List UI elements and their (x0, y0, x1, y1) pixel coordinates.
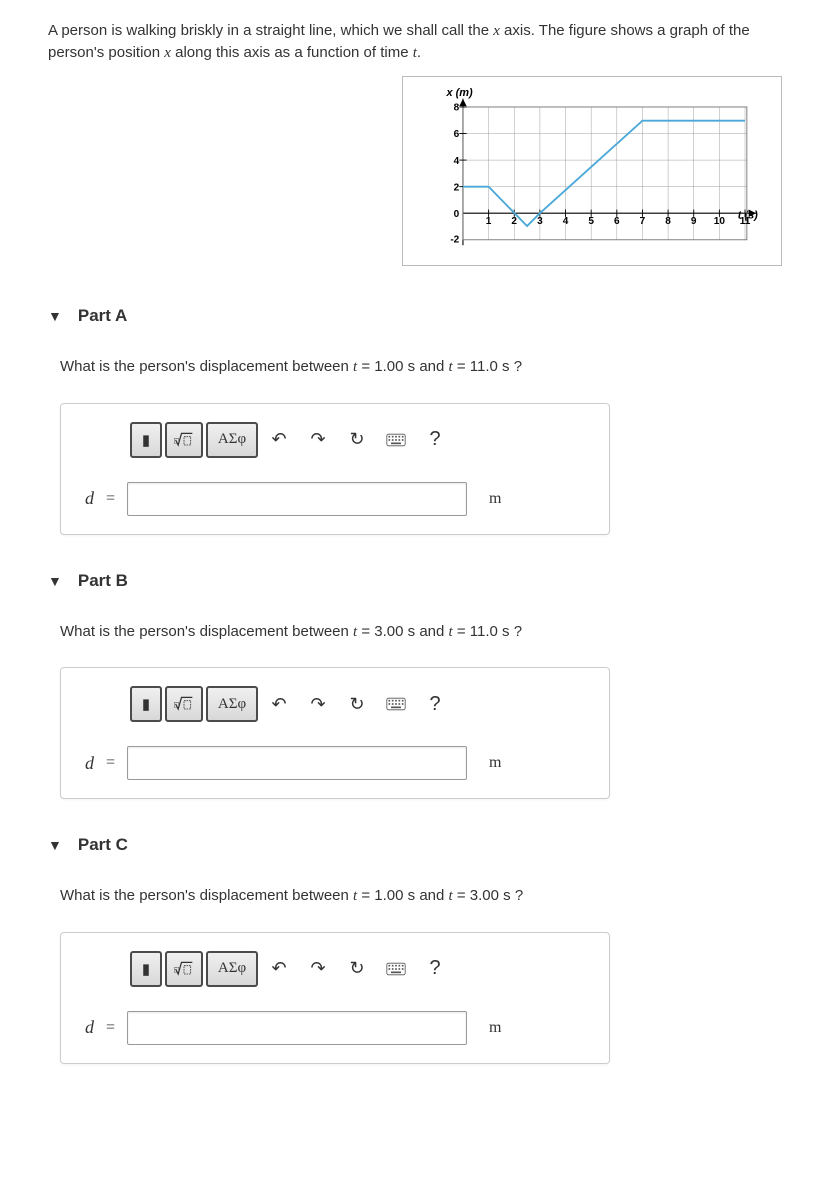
position-line (463, 121, 745, 226)
greek-button[interactable]: ΑΣφ (206, 422, 258, 458)
answer-input[interactable] (127, 482, 467, 516)
answer-var-label: d (85, 488, 94, 509)
keyboard-button[interactable] (378, 951, 414, 987)
equals-sign: = (106, 490, 115, 508)
root-button[interactable]: □ (165, 951, 203, 987)
help-button[interactable]: ? (417, 686, 453, 722)
equals-sign: = (106, 1019, 115, 1037)
part-b-title: Part B (78, 571, 128, 591)
part-a-header[interactable]: ▼ Part A (48, 306, 790, 326)
keyboard-button[interactable] (378, 422, 414, 458)
part-a-question: What is the person's displacement betwee… (60, 356, 790, 379)
svg-text:5: 5 (588, 216, 594, 227)
equation-toolbar: ▮ □ ΑΣφ ↶ ↷ ↻ ? (130, 422, 585, 458)
svg-text:-2: -2 (450, 235, 459, 246)
part-b-answer-box: ▮ □ ΑΣφ ↶ ↷ ↻ ? d = m (60, 667, 610, 799)
greek-button[interactable]: ΑΣφ (206, 686, 258, 722)
unit-label: m (489, 490, 501, 508)
redo-button[interactable]: ↷ (300, 422, 336, 458)
svg-text:2: 2 (511, 216, 517, 227)
svg-text:4: 4 (563, 216, 569, 227)
svg-text:8: 8 (454, 103, 460, 114)
redo-button[interactable]: ↷ (300, 951, 336, 987)
problem-statement: A person is walking briskly in a straigh… (48, 20, 790, 64)
equation-toolbar: ▮ □ ΑΣφ ↶ ↷ ↻ ? (130, 686, 585, 722)
part-b-question: What is the person's displacement betwee… (60, 621, 790, 644)
part-b-header[interactable]: ▼ Part B (48, 571, 790, 591)
greek-button[interactable]: ΑΣφ (206, 951, 258, 987)
position-graph: x (m) t (s) (402, 76, 782, 266)
reset-button[interactable]: ↻ (339, 686, 375, 722)
svg-text:8: 8 (665, 216, 671, 227)
svg-text:0: 0 (454, 209, 460, 220)
svg-text:7: 7 (640, 216, 646, 227)
template-button[interactable]: ▮ (130, 422, 162, 458)
part-c-answer-box: ▮ □ ΑΣφ ↶ ↷ ↻ ? d = m (60, 932, 610, 1064)
undo-button[interactable]: ↶ (261, 686, 297, 722)
svg-text:11: 11 (740, 216, 751, 227)
root-button[interactable]: □ (165, 422, 203, 458)
root-button[interactable]: □ (165, 686, 203, 722)
template-button[interactable]: ▮ (130, 686, 162, 722)
chevron-down-icon: ▼ (48, 308, 62, 324)
part-c-title: Part C (78, 835, 128, 855)
template-button[interactable]: ▮ (130, 951, 162, 987)
equals-sign: = (106, 754, 115, 772)
svg-text:6: 6 (454, 129, 460, 140)
keyboard-button[interactable] (378, 686, 414, 722)
svg-text:9: 9 (691, 216, 697, 227)
answer-input[interactable] (127, 746, 467, 780)
svg-text:4: 4 (454, 156, 460, 167)
chevron-down-icon: ▼ (48, 573, 62, 589)
y-axis-label: x (m) (445, 87, 473, 99)
svg-text:1: 1 (486, 216, 492, 227)
unit-label: m (489, 754, 501, 772)
svg-text:3: 3 (537, 216, 543, 227)
undo-button[interactable]: ↶ (261, 422, 297, 458)
svg-text:6: 6 (614, 216, 620, 227)
answer-input[interactable] (127, 1011, 467, 1045)
svg-text:10: 10 (714, 216, 726, 227)
reset-button[interactable]: ↻ (339, 422, 375, 458)
help-button[interactable]: ? (417, 951, 453, 987)
help-button[interactable]: ? (417, 422, 453, 458)
unit-label: m (489, 1019, 501, 1037)
part-a-answer-box: ▮ □ ΑΣφ ↶ ↷ ↻ ? d = m (60, 403, 610, 535)
undo-button[interactable]: ↶ (261, 951, 297, 987)
part-c-header[interactable]: ▼ Part C (48, 835, 790, 855)
answer-var-label: d (85, 753, 94, 774)
svg-text:2: 2 (454, 182, 460, 193)
answer-var-label: d (85, 1017, 94, 1038)
chevron-down-icon: ▼ (48, 837, 62, 853)
redo-button[interactable]: ↷ (300, 686, 336, 722)
part-a-title: Part A (78, 306, 127, 326)
part-c-question: What is the person's displacement betwee… (60, 885, 790, 908)
equation-toolbar: ▮ □ ΑΣφ ↶ ↷ ↻ ? (130, 951, 585, 987)
reset-button[interactable]: ↻ (339, 951, 375, 987)
